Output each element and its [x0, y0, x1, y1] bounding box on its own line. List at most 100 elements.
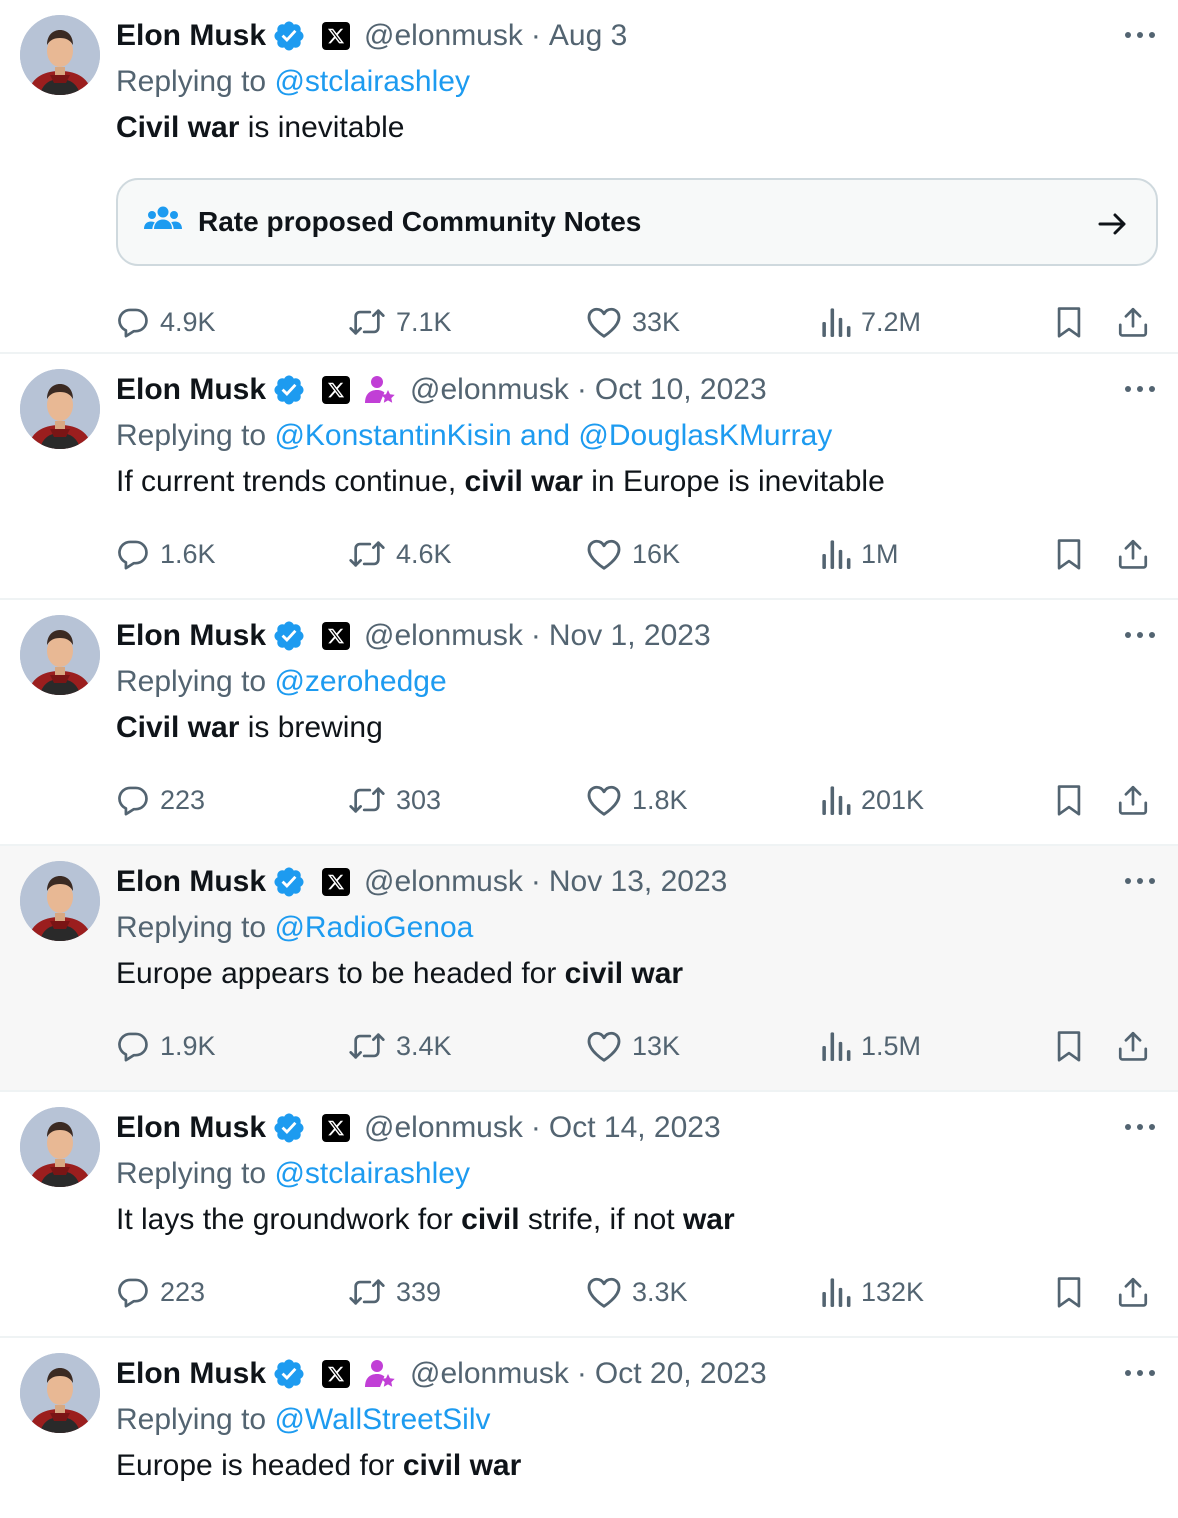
tweet[interactable]: Elon Musk @elonmusk · Oct 14, 2023 Reply…	[0, 1092, 1178, 1338]
reply-mention-link[interactable]: @zerohedge	[274, 665, 446, 698]
author-name[interactable]: Elon Musk	[116, 619, 266, 653]
reply-mention-link[interactable]: @RadioGenoa	[274, 911, 473, 944]
retweet-button[interactable]: 303	[348, 770, 441, 830]
tweet-date[interactable]: Oct 10, 2023	[595, 373, 767, 407]
bookmark-button[interactable]	[1054, 292, 1084, 352]
views-button[interactable]: 7.2M	[821, 292, 921, 352]
share-button[interactable]	[1116, 292, 1150, 352]
tweet-text-segment: Europe is headed for	[116, 1449, 403, 1482]
share-button[interactable]	[1116, 1016, 1150, 1076]
bookmark-button[interactable]	[1054, 770, 1084, 830]
author-handle[interactable]: @elonmusk	[364, 865, 523, 899]
bookmark-button[interactable]	[1054, 1262, 1084, 1322]
more-dots-icon[interactable]	[1122, 1358, 1158, 1388]
reply-mention-link[interactable]: @WallStreetSilv	[274, 1403, 490, 1436]
avatar[interactable]	[20, 1353, 100, 1433]
heart-icon	[586, 305, 622, 339]
tweet[interactable]: Elon Musk @elonmusk · Aug 3 Replying to …	[0, 0, 1178, 354]
x-logo-icon	[322, 868, 351, 896]
more-dots-icon[interactable]	[1122, 1112, 1158, 1142]
more-dots-icon[interactable]	[1122, 374, 1158, 404]
reply-mention-link[interactable]: @stclairashley	[274, 1157, 470, 1190]
views-button[interactable]: 1M	[821, 524, 899, 584]
avatar[interactable]	[20, 369, 100, 449]
views-button[interactable]: 201K	[821, 770, 924, 830]
author-name[interactable]: Elon Musk	[116, 865, 266, 899]
reply-mention-link[interactable]: @KonstantinKisin and @DouglasKMurray	[274, 419, 832, 452]
like-button[interactable]: 13K	[586, 1016, 680, 1076]
author-name[interactable]: Elon Musk	[116, 373, 266, 407]
author-handle[interactable]: @elonmusk	[410, 373, 569, 407]
verified-badge-icon	[272, 865, 306, 899]
share-button[interactable]	[1116, 770, 1150, 830]
reply-icon	[116, 537, 150, 571]
tweet-date[interactable]: Nov 13, 2023	[549, 865, 727, 899]
bookmark-icon	[1054, 1029, 1084, 1063]
retweet-button[interactable]: 339	[348, 1262, 441, 1322]
more-dots-icon[interactable]	[1122, 620, 1158, 650]
avatar[interactable]	[20, 615, 100, 695]
author-handle[interactable]: @elonmusk	[410, 1357, 569, 1391]
views-button[interactable]: 1.5M	[821, 1016, 921, 1076]
avatar[interactable]	[20, 15, 100, 95]
author-handle[interactable]: @elonmusk	[364, 19, 523, 53]
retweet-button[interactable]: 3.4K	[348, 1016, 452, 1076]
bookmark-icon	[1054, 1275, 1084, 1309]
tweet[interactable]: Elon Musk @elonmusk · Oct 20, 2023 Reply…	[0, 1338, 1178, 1518]
like-count: 16K	[632, 538, 681, 569]
community-notes-card[interactable]: Rate proposed Community Notes	[116, 178, 1158, 266]
tweet-header: Elon Musk @elonmusk · Oct 14, 2023	[116, 1106, 1158, 1150]
tweet-header: Elon Musk @elonmusk · Aug 3	[116, 14, 1158, 58]
bookmark-button[interactable]	[1054, 524, 1084, 584]
reply-icon	[116, 1029, 150, 1063]
views-count: 132K	[861, 1276, 925, 1307]
reply-count: 223	[160, 784, 206, 815]
reply-button[interactable]: 4.9K	[116, 292, 216, 352]
tweet-text-bold: civil war	[564, 957, 684, 990]
avatar[interactable]	[20, 1107, 100, 1187]
tweet-text: If current trends continue, civil war in…	[116, 460, 1158, 504]
action-bar: 1.6K 4.6K 16K 1M	[116, 524, 1158, 584]
bookmark-button[interactable]	[1054, 1016, 1084, 1076]
reply-button[interactable]: 1.9K	[116, 1016, 216, 1076]
reply-mention-link[interactable]: @stclairashley	[274, 65, 470, 98]
views-button[interactable]: 132K	[821, 1262, 924, 1322]
tweet[interactable]: Elon Musk @elonmusk · Nov 1, 2023 Replyi…	[0, 600, 1178, 846]
separator: ·	[530, 619, 541, 652]
tweet-text-segment: is brewing	[239, 711, 383, 744]
tweet[interactable]: Elon Musk @elonmusk · Nov 13, 2023 Reply…	[0, 846, 1178, 1092]
author-name[interactable]: Elon Musk	[116, 1111, 266, 1145]
reply-button[interactable]: 223	[116, 770, 205, 830]
author-name[interactable]: Elon Musk	[116, 1357, 266, 1391]
like-button[interactable]: 33K	[586, 292, 680, 352]
author-handle[interactable]: @elonmusk	[364, 1111, 523, 1145]
like-button[interactable]: 3.3K	[586, 1262, 688, 1322]
more-dots-icon[interactable]	[1122, 866, 1158, 896]
verified-badge-icon	[272, 1111, 306, 1145]
share-button[interactable]	[1116, 1262, 1150, 1322]
tweet[interactable]: Elon Musk @elonmusk · Oct 10, 2023 Reply…	[0, 354, 1178, 600]
retweet-button[interactable]: 4.6K	[348, 524, 452, 584]
share-button[interactable]	[1116, 524, 1150, 584]
like-button[interactable]: 1.8K	[586, 770, 688, 830]
retweet-button[interactable]: 7.1K	[348, 292, 452, 352]
tweet-text-segment: Europe appears to be headed for	[116, 957, 565, 990]
tweet-date[interactable]: Oct 20, 2023	[595, 1357, 767, 1391]
more-dots-icon[interactable]	[1122, 20, 1158, 50]
reply-button[interactable]: 223	[116, 1262, 205, 1322]
tweet-date[interactable]: Aug 3	[549, 19, 627, 53]
verified-badge-icon	[272, 19, 306, 53]
like-button[interactable]: 16K	[586, 524, 680, 584]
retweet-icon	[348, 537, 386, 571]
tweet-date[interactable]: Nov 1, 2023	[549, 619, 711, 653]
author-handle[interactable]: @elonmusk	[364, 619, 523, 653]
reply-button[interactable]: 1.6K	[116, 524, 216, 584]
tweet-text-segment: It lays the groundwork for	[116, 1203, 462, 1236]
reply-prefix: Replying to	[116, 65, 267, 98]
heart-icon	[586, 783, 622, 817]
x-logo-icon	[322, 622, 351, 650]
tweet-date[interactable]: Oct 14, 2023	[549, 1111, 721, 1145]
avatar[interactable]	[20, 861, 100, 941]
replying-to: Replying to @WallStreetSilv	[116, 1396, 1158, 1444]
author-name[interactable]: Elon Musk	[116, 19, 266, 53]
